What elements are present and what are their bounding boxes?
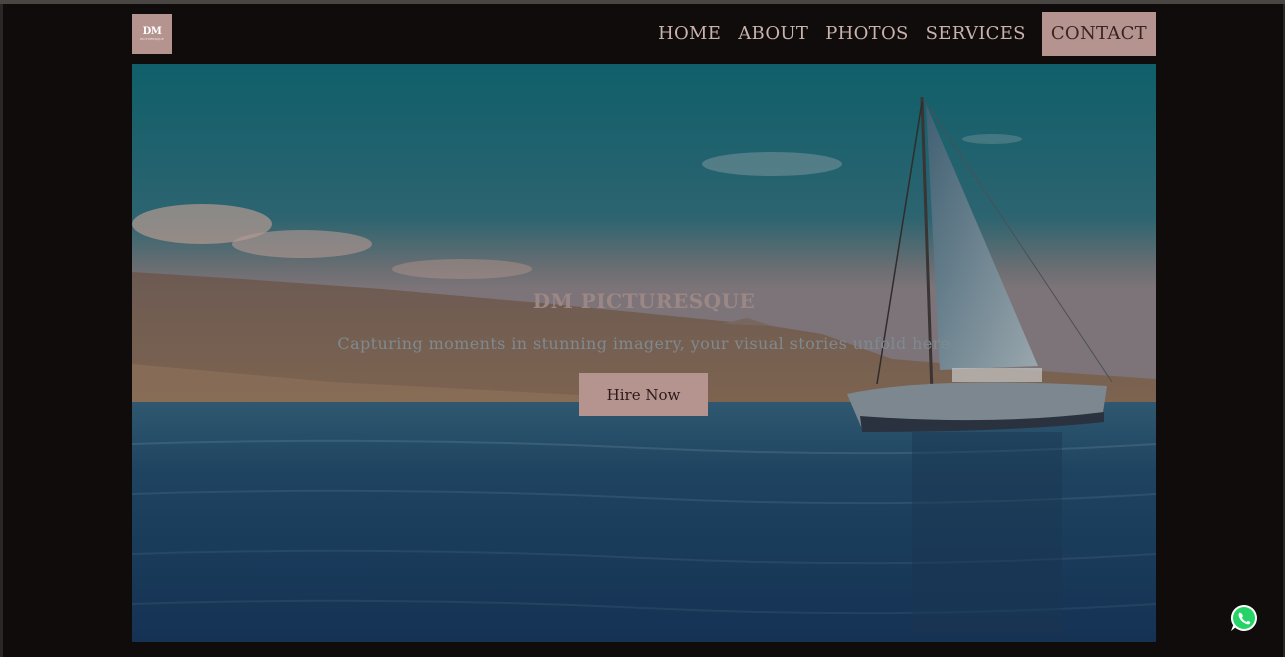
main-nav: HOME ABOUT PHOTOS SERVICES CONTACT: [641, 12, 1156, 56]
window-frame-left: [0, 4, 3, 657]
site-logo[interactable]: DM PICTURESQUE: [132, 14, 172, 54]
top-border: [0, 0, 1285, 4]
hero-subtitle: Capturing moments in stunning imagery, y…: [337, 334, 951, 353]
whatsapp-icon[interactable]: [1229, 603, 1259, 633]
hero-background-image: [132, 64, 1156, 642]
hero-title: DM PICTURESQUE: [532, 289, 756, 313]
nav-home[interactable]: HOME: [658, 12, 721, 56]
logo-subtext: PICTURESQUE: [140, 37, 164, 41]
nav-contact[interactable]: CONTACT: [1041, 12, 1156, 56]
nav-services[interactable]: SERVICES: [926, 12, 1026, 56]
hire-now-button[interactable]: Hire Now: [579, 373, 708, 416]
nav-about[interactable]: ABOUT: [738, 12, 808, 56]
hero-section: DM PICTURESQUE Capturing moments in stun…: [132, 64, 1156, 642]
logo-mark: DM: [142, 26, 162, 37]
nav-photos[interactable]: PHOTOS: [825, 12, 908, 56]
